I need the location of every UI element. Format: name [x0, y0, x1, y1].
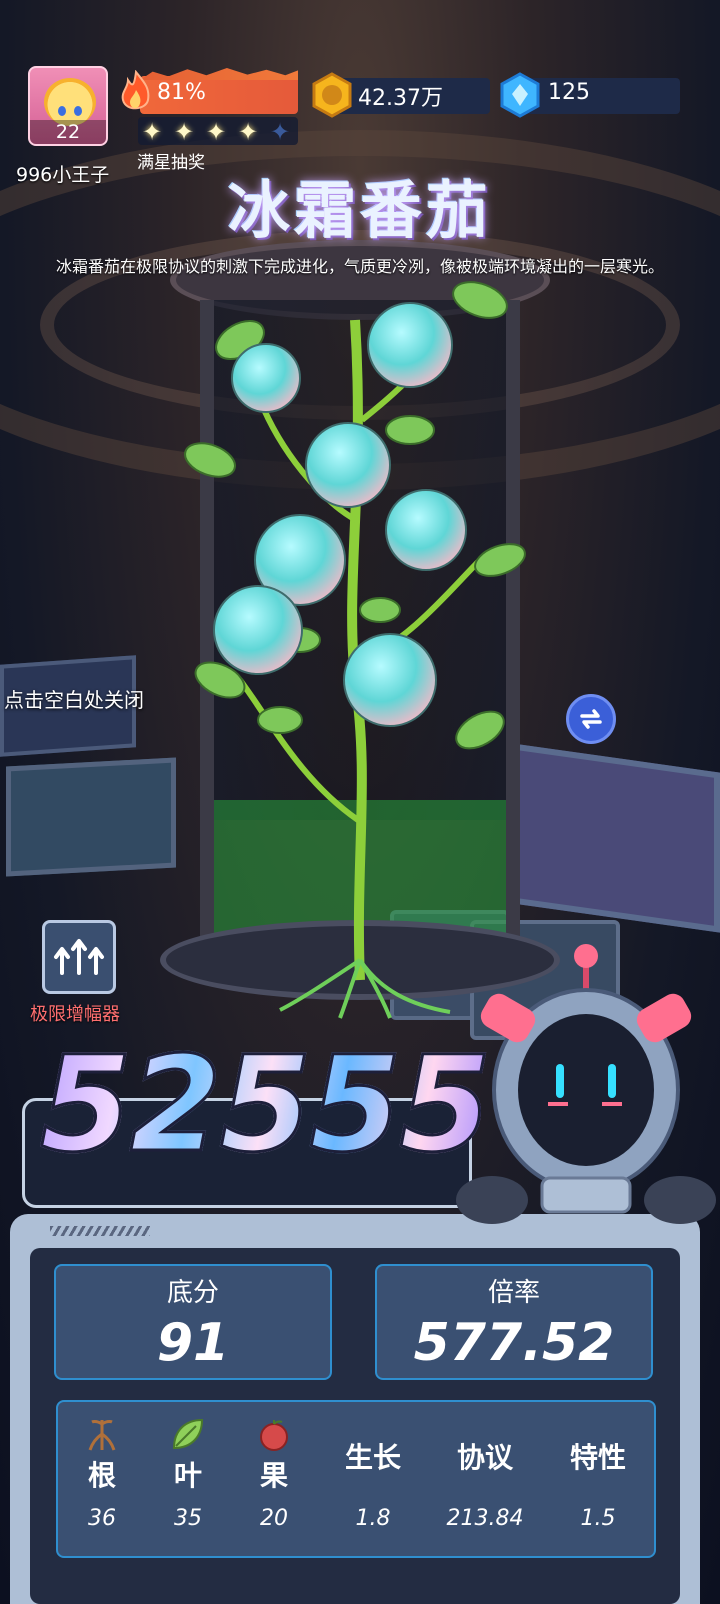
- attribute-value: 1.5: [580, 1506, 616, 1531]
- leaf-icon: [172, 1418, 204, 1450]
- base-score-value: 91: [156, 1313, 230, 1373]
- amplifier-label: 极限增幅器: [30, 1004, 120, 1025]
- robot-mascot: [456, 944, 716, 1224]
- amplifier-button[interactable]: [42, 920, 116, 994]
- panel-stripes: [50, 1226, 150, 1236]
- swap-icon: [580, 709, 602, 729]
- root-icon: [88, 1420, 116, 1451]
- attribute-label: 叶: [173, 1459, 202, 1492]
- star-icon: ✦: [142, 118, 163, 146]
- player-avatar[interactable]: 22: [28, 66, 108, 146]
- attribute-protocol: 协议 213.84: [435, 1402, 535, 1556]
- attribute-trait: 特性 1.5: [548, 1402, 648, 1556]
- fruit-icon: [260, 1420, 288, 1451]
- attribute-value: 35: [174, 1506, 202, 1531]
- frost-tomato-plant: [184, 281, 526, 1019]
- attribute-value: 213.84: [446, 1506, 524, 1531]
- attribute-fruit: 果 20: [224, 1402, 324, 1556]
- coin-icon: [312, 72, 352, 118]
- total-score: 52555: [38, 1027, 492, 1184]
- attribute-label: 根: [87, 1459, 116, 1492]
- star-empty-icon: ✦: [270, 118, 291, 146]
- close-hint: 点击空白处关闭: [4, 688, 144, 712]
- gem-icon: [500, 72, 540, 118]
- multiplier-value: 577.52: [413, 1313, 615, 1373]
- gem-counter[interactable]: [520, 78, 680, 114]
- star-rating[interactable]: ✦ ✦ ✦ ✦ ✦: [138, 117, 298, 146]
- multiplier-label: 倍率: [487, 1278, 540, 1308]
- base-score-label: 底分: [166, 1278, 219, 1308]
- attribute-value: 20: [260, 1506, 288, 1531]
- base-score-box: 底分 91: [54, 1264, 332, 1380]
- fire-icon: [121, 70, 150, 110]
- attribute-leaf: 叶 35: [138, 1402, 238, 1556]
- star-icon: ✦: [174, 118, 195, 146]
- attributes-box: 根 36 叶 35 果 20 生长 1.8 协议 213.84 特性 1.5: [56, 1400, 656, 1558]
- attribute-label: 生长: [344, 1441, 401, 1474]
- plant-title: 冰霜番茄: [227, 174, 492, 247]
- avatar-face: [44, 78, 96, 126]
- star-icon: ✦: [238, 118, 259, 146]
- energy-percent: 81%: [157, 80, 206, 105]
- attribute-label: 果: [259, 1459, 288, 1492]
- attribute-value: 1.8: [355, 1506, 391, 1531]
- plant-description: 冰霜番茄在极限协议的刺激下完成进化，气质更冷冽，像被极端环境凝出的一层寒光。: [56, 257, 665, 276]
- coin-amount: 42.37万: [358, 86, 443, 111]
- gem-amount: 125: [548, 80, 590, 105]
- attribute-root: 根 36: [52, 1402, 152, 1556]
- swap-button[interactable]: [566, 694, 616, 744]
- attribute-label: 特性: [569, 1441, 626, 1474]
- arrows-up-icon: [54, 939, 104, 975]
- star-icon: ✦: [206, 118, 227, 146]
- attribute-value: 36: [88, 1506, 116, 1531]
- multiplier-box: 倍率 577.52: [375, 1264, 653, 1380]
- attribute-label: 协议: [456, 1441, 513, 1474]
- player-level: 22: [30, 120, 106, 144]
- attribute-growth: 生长 1.8: [323, 1402, 423, 1556]
